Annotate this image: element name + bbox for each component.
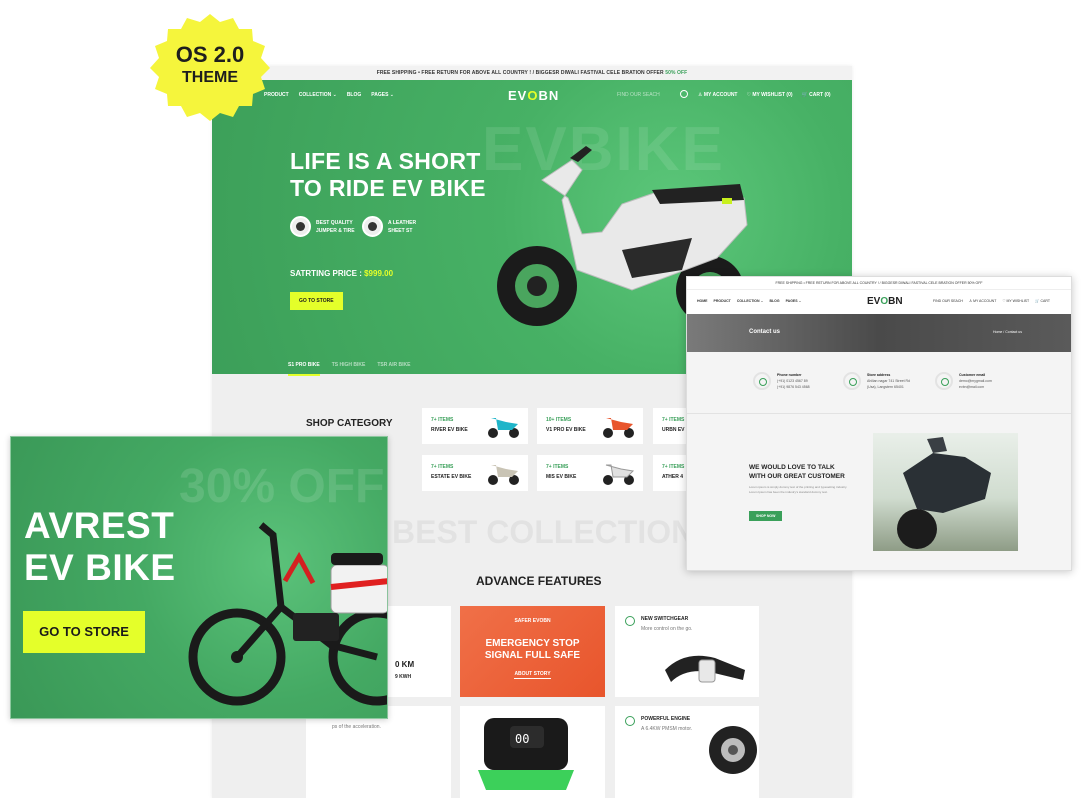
feature-leather: A LEATHER SHEET ST <box>362 216 416 237</box>
announcement-bar: FREE SHIPPING • FREE RETURN FOR ABOVE AL… <box>687 277 1071 290</box>
advance-features-heading: ADVANCE FEATURES <box>476 574 602 588</box>
contact-heading: WE WOULD LOVE TO TALK WITH OUR GREAT CUST… <box>749 464 845 480</box>
switchgear-card: NEW SWITCHGEAR More control on the go. <box>615 606 759 697</box>
go-to-store-button[interactable]: GO TO STORE <box>290 292 343 310</box>
about-story-link[interactable]: ABOUT STORY <box>514 671 551 679</box>
category-card[interactable]: 10+ ITEMS V1 PRO EV BIKE <box>537 408 643 444</box>
dashboard-image: 00 <box>478 718 574 790</box>
announcement-text: FREE SHIPPING • FREE RETURN FOR ABOVE AL… <box>376 70 664 76</box>
scooter-thumb-icon <box>603 464 635 485</box>
handlebar-image <box>665 655 745 683</box>
location-icon <box>843 372 861 390</box>
cart-link[interactable]: 🛒 CART (0) <box>802 92 831 98</box>
address-info: Store address Ahilian nagar 741 Street Rd… <box>843 372 910 390</box>
category-card[interactable]: 7+ ITEMS ESTATE EV BIKE <box>422 455 528 491</box>
switch-icon <box>625 616 635 626</box>
my-account-link[interactable]: ♙ MY ACCOUNT <box>698 92 737 98</box>
site-logo[interactable]: EVOBN <box>867 296 903 307</box>
hero-tabs: S1 PRO BIKE TS HIGH BIKE TSR AIR BIKE <box>288 362 410 376</box>
range-card: 0 KM 9 KWH <box>387 606 451 697</box>
shop-category-heading: SHOP CATEGORY <box>306 418 393 429</box>
tab-tsr-air[interactable]: TSR AIR BIKE <box>377 362 410 376</box>
ebike-image <box>188 522 387 706</box>
badge-text: OS 2.0 THEME <box>175 42 245 86</box>
display-card: 00 <box>460 706 605 798</box>
motor-image <box>709 726 757 774</box>
feature-quality: BEST QUALITY JUMPER & TIRE <box>290 216 355 237</box>
search-input[interactable]: FIND OUR SEACH <box>933 299 963 303</box>
rider-photo <box>873 433 1018 551</box>
collection-background-word: BEST COLLECTION <box>392 514 695 550</box>
nav-item-product[interactable]: PRODUCT <box>714 299 731 303</box>
announcement-highlight: 50% OFF <box>665 70 688 76</box>
nav-item-pages[interactable]: PAGES ⌄ <box>371 92 394 98</box>
tire-icon <box>290 216 311 237</box>
announcement-bar: FREE SHIPPING • FREE RETURN FOR ABOVE AL… <box>212 66 852 80</box>
nav-item-blog[interactable]: BLOG <box>347 92 361 98</box>
category-card[interactable]: 7+ ITEMS MIS EV BIKE <box>537 455 643 491</box>
engine-icon <box>625 716 635 726</box>
header-nav: HOME PRODUCT COLLECTION ⌄ BLOG PAGES ⌄ E… <box>687 290 1071 314</box>
page-title: Contact us <box>749 329 781 335</box>
email-icon <box>935 372 953 390</box>
safety-feature-card: SAFER EVOBN EMERGENCY STOP SIGNAL FULL SA… <box>460 606 605 697</box>
nav-item-collection[interactable]: COLLECTION ⌄ <box>299 92 337 98</box>
wishlist-link[interactable]: ♡ MY WISHLIST (0) <box>746 92 792 98</box>
category-card[interactable]: 7+ ITEMS RIVER EV BIKE <box>422 408 528 444</box>
seat-icon <box>362 216 383 237</box>
header-nav: PRODUCT COLLECTION ⌄ BLOG PAGES ⌄ EVOBN … <box>212 80 852 110</box>
email-info: Customer email demo@mygmail.com evbn@mail.… <box>935 372 992 390</box>
tab-s1-pro[interactable]: S1 PRO BIKE <box>288 362 320 376</box>
scooter-thumb-icon <box>603 418 634 438</box>
accel-card: ps of the acceleration. <box>306 706 451 798</box>
promo-title: AVREST EV BIKE <box>24 505 176 588</box>
avrest-promo-banner: 30% OFF AVREST EV BIKE GO TO STORE <box>10 436 388 719</box>
nav-item-pages[interactable]: PAGES ⌄ <box>786 299 802 303</box>
site-logo[interactable]: EVOBN <box>508 88 559 103</box>
nav-item-home[interactable]: HOME <box>697 299 708 303</box>
scooter-thumb-icon <box>488 465 519 485</box>
safer-label: SAFER EVOBN <box>514 618 551 624</box>
hero-title: LIFE IS A SHORT TO RIDE EV BIKE <box>290 148 486 201</box>
nav-item-blog[interactable]: BLOG <box>769 299 779 303</box>
search-icon[interactable] <box>680 90 688 98</box>
cart-link[interactable]: 🛒 CART <box>1035 299 1050 303</box>
phone-icon <box>753 372 771 390</box>
breadcrumb[interactable]: Home / Contact us <box>993 330 1022 334</box>
scooter-thumb-icon <box>488 418 519 438</box>
nav-item-collection[interactable]: COLLECTION ⌄ <box>737 299 764 303</box>
page-banner: Contact us Home / Contact us <box>687 314 1071 352</box>
phone-info: Phone number (+91) 0123 4567 89 (+91) 9876… <box>753 372 810 390</box>
svg-text:00: 00 <box>515 732 529 746</box>
engine-card: POWERFUL ENGINE A 6.4KW PMSM motor. <box>615 706 759 798</box>
tab-ts-high[interactable]: TS HIGH BIKE <box>332 362 366 376</box>
search-input[interactable]: FIND OUR SEACH <box>617 92 660 98</box>
starting-price: SATRTING PRICE : $999.00 <box>290 269 394 278</box>
my-account-link[interactable]: ♙ MY ACCOUNT <box>969 299 996 303</box>
scooter-photo-image <box>897 437 991 549</box>
contact-paragraph: Lorem ipsum is simply dummy text of the … <box>749 485 848 494</box>
contact-info-row: Phone number (+91) 0123 4567 89 (+91) 9876… <box>687 352 1071 414</box>
wishlist-link[interactable]: ♡ MY WISHLIST <box>1002 299 1029 303</box>
shop-now-button[interactable]: SHOP NOW <box>749 511 783 521</box>
go-to-store-button[interactable]: GO TO STORE <box>23 611 145 653</box>
contact-page-mockup: FREE SHIPPING • FREE RETURN FOR ABOVE AL… <box>686 276 1072 571</box>
